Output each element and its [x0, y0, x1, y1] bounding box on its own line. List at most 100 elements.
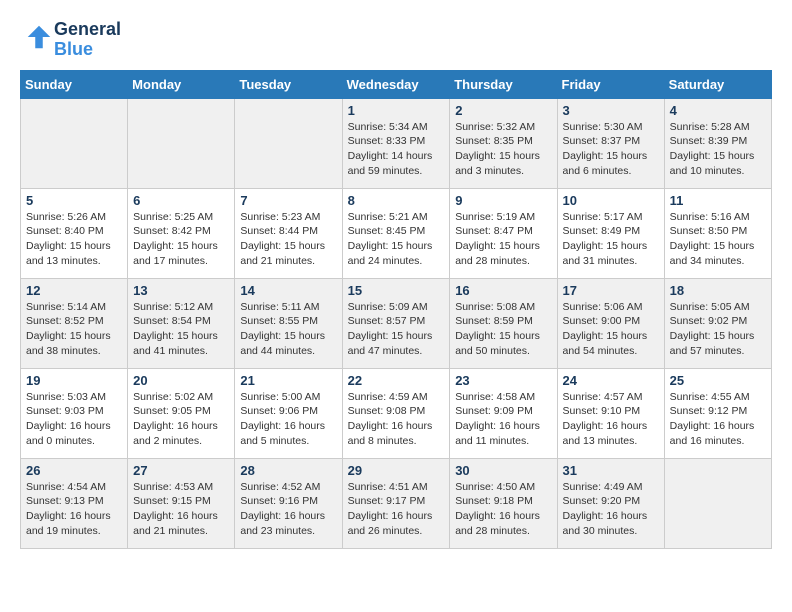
- day-number: 24: [563, 373, 659, 388]
- day-number: 25: [670, 373, 766, 388]
- day-info: Sunrise: 4:51 AMSunset: 9:17 PMDaylight:…: [348, 480, 445, 539]
- day-info: Sunrise: 5:08 AMSunset: 8:59 PMDaylight:…: [455, 300, 551, 359]
- calendar-day: 8 Sunrise: 5:21 AMSunset: 8:45 PMDaylight…: [342, 188, 450, 278]
- calendar-day: 29Sunrise: 4:51 AMSunset: 9:17 PMDayligh…: [342, 458, 450, 548]
- header-wednesday: Wednesday: [342, 70, 450, 98]
- header-monday: Monday: [128, 70, 235, 98]
- calendar-day: [21, 98, 128, 188]
- day-info: Sunrise: 5:23 AMSunset: 8:44 PMDaylight:…: [240, 210, 336, 269]
- header-tuesday: Tuesday: [235, 70, 342, 98]
- day-info: Sunrise: 4:49 AMSunset: 9:20 PMDaylight:…: [563, 480, 659, 539]
- day-number: 4: [670, 103, 766, 118]
- day-number: 3: [563, 103, 659, 118]
- day-info: Sunrise: 5:19 AMSunset: 8:47 PMDaylight:…: [455, 210, 551, 269]
- day-info: Sunrise: 5:09 AMSunset: 8:57 PMDaylight:…: [348, 300, 445, 359]
- day-info: Sunrise: 5:00 AMSunset: 9:06 PMDaylight:…: [240, 390, 336, 449]
- day-info: Sunrise: 5:34 AMSunset: 8:33 PMDaylight:…: [348, 120, 445, 179]
- calendar-day: [128, 98, 235, 188]
- day-info: Sunrise: 5:30 AMSunset: 8:37 PMDaylight:…: [563, 120, 659, 179]
- day-info: Sunrise: 4:50 AMSunset: 9:18 PMDaylight:…: [455, 480, 551, 539]
- day-info: Sunrise: 5:03 AMSunset: 9:03 PMDaylight:…: [26, 390, 122, 449]
- day-info: Sunrise: 5:28 AMSunset: 8:39 PMDaylight:…: [670, 120, 766, 179]
- calendar-day: 14Sunrise: 5:11 AMSunset: 8:55 PMDayligh…: [235, 278, 342, 368]
- header-sunday: Sunday: [21, 70, 128, 98]
- day-number: 8: [348, 193, 445, 208]
- calendar-day: 25 Sunrise: 4:55 AMSunset: 9:12 PMDayligh…: [664, 368, 771, 458]
- day-info: Sunrise: 4:58 AMSunset: 9:09 PMDaylight:…: [455, 390, 551, 449]
- day-info: Sunrise: 4:52 AMSunset: 9:16 PMDaylight:…: [240, 480, 336, 539]
- calendar-day: 16 Sunrise: 5:08 AMSunset: 8:59 PMDayligh…: [450, 278, 557, 368]
- logo: General Blue: [20, 20, 121, 60]
- day-info: Sunrise: 5:06 AMSunset: 9:00 PMDaylight:…: [563, 300, 659, 359]
- day-info: Sunrise: 5:02 AMSunset: 9:05 PMDaylight:…: [133, 390, 229, 449]
- day-number: 15: [348, 283, 445, 298]
- calendar-week-3: 19 Sunrise: 5:03 AMSunset: 9:03 PMDayligh…: [21, 368, 772, 458]
- page-header: General Blue: [20, 20, 772, 60]
- day-info: Sunrise: 4:53 AMSunset: 9:15 PMDaylight:…: [133, 480, 229, 539]
- calendar-day: 17Sunrise: 5:06 AMSunset: 9:00 PMDayligh…: [557, 278, 664, 368]
- day-number: 10: [563, 193, 659, 208]
- calendar-day: 31Sunrise: 4:49 AMSunset: 9:20 PMDayligh…: [557, 458, 664, 548]
- day-info: Sunrise: 5:32 AMSunset: 8:35 PMDaylight:…: [455, 120, 551, 179]
- day-info: Sunrise: 5:05 AMSunset: 9:02 PMDaylight:…: [670, 300, 766, 359]
- calendar-day: 24 Sunrise: 4:57 AMSunset: 9:10 PMDayligh…: [557, 368, 664, 458]
- header-friday: Friday: [557, 70, 664, 98]
- calendar-day: 13Sunrise: 5:12 AMSunset: 8:54 PMDayligh…: [128, 278, 235, 368]
- day-number: 20: [133, 373, 229, 388]
- day-number: 5: [26, 193, 122, 208]
- day-info: Sunrise: 4:54 AMSunset: 9:13 PMDaylight:…: [26, 480, 122, 539]
- day-number: 16: [455, 283, 551, 298]
- day-number: 30: [455, 463, 551, 478]
- calendar-day: 20 Sunrise: 5:02 AMSunset: 9:05 PMDayligh…: [128, 368, 235, 458]
- day-info: Sunrise: 5:17 AMSunset: 8:49 PMDaylight:…: [563, 210, 659, 269]
- logo-text: General Blue: [54, 20, 121, 60]
- day-number: 2: [455, 103, 551, 118]
- calendar-day: 30 Sunrise: 4:50 AMSunset: 9:18 PMDayligh…: [450, 458, 557, 548]
- header-thursday: Thursday: [450, 70, 557, 98]
- calendar-table: SundayMondayTuesdayWednesdayThursdayFrid…: [20, 70, 772, 549]
- header-saturday: Saturday: [664, 70, 771, 98]
- calendar-day: 18 Sunrise: 5:05 AMSunset: 9:02 PMDayligh…: [664, 278, 771, 368]
- day-info: Sunrise: 4:59 AMSunset: 9:08 PMDaylight:…: [348, 390, 445, 449]
- calendar-week-1: 5 Sunrise: 5:26 AMSunset: 8:40 PMDaylight…: [21, 188, 772, 278]
- calendar-day: 6 Sunrise: 5:25 AMSunset: 8:42 PMDaylight…: [128, 188, 235, 278]
- calendar-day: 2 Sunrise: 5:32 AMSunset: 8:35 PMDaylight…: [450, 98, 557, 188]
- calendar-day: 21 Sunrise: 5:00 AMSunset: 9:06 PMDayligh…: [235, 368, 342, 458]
- calendar-day: 1 Sunrise: 5:34 AMSunset: 8:33 PMDaylight…: [342, 98, 450, 188]
- header-row: SundayMondayTuesdayWednesdayThursdayFrid…: [21, 70, 772, 98]
- calendar-day: 27 Sunrise: 4:53 AMSunset: 9:15 PMDayligh…: [128, 458, 235, 548]
- day-number: 19: [26, 373, 122, 388]
- calendar-week-2: 12Sunrise: 5:14 AMSunset: 8:52 PMDayligh…: [21, 278, 772, 368]
- day-number: 9: [455, 193, 551, 208]
- calendar-week-0: 1 Sunrise: 5:34 AMSunset: 8:33 PMDaylight…: [21, 98, 772, 188]
- calendar-body: 1 Sunrise: 5:34 AMSunset: 8:33 PMDaylight…: [21, 98, 772, 548]
- calendar-day: 22 Sunrise: 4:59 AMSunset: 9:08 PMDayligh…: [342, 368, 450, 458]
- calendar-day: 26 Sunrise: 4:54 AMSunset: 9:13 PMDayligh…: [21, 458, 128, 548]
- calendar-day: 3 Sunrise: 5:30 AMSunset: 8:37 PMDaylight…: [557, 98, 664, 188]
- day-number: 21: [240, 373, 336, 388]
- calendar-week-4: 26 Sunrise: 4:54 AMSunset: 9:13 PMDayligh…: [21, 458, 772, 548]
- day-info: Sunrise: 5:12 AMSunset: 8:54 PMDaylight:…: [133, 300, 229, 359]
- day-info: Sunrise: 5:26 AMSunset: 8:40 PMDaylight:…: [26, 210, 122, 269]
- day-number: 26: [26, 463, 122, 478]
- calendar-day: 28 Sunrise: 4:52 AMSunset: 9:16 PMDayligh…: [235, 458, 342, 548]
- day-number: 28: [240, 463, 336, 478]
- day-info: Sunrise: 5:21 AMSunset: 8:45 PMDaylight:…: [348, 210, 445, 269]
- calendar-day: 15 Sunrise: 5:09 AMSunset: 8:57 PMDayligh…: [342, 278, 450, 368]
- day-number: 27: [133, 463, 229, 478]
- calendar-day: [235, 98, 342, 188]
- logo-icon: [24, 22, 54, 52]
- calendar-day: 5 Sunrise: 5:26 AMSunset: 8:40 PMDaylight…: [21, 188, 128, 278]
- day-info: Sunrise: 4:57 AMSunset: 9:10 PMDaylight:…: [563, 390, 659, 449]
- day-info: Sunrise: 5:11 AMSunset: 8:55 PMDaylight:…: [240, 300, 336, 359]
- day-number: 22: [348, 373, 445, 388]
- day-number: 6: [133, 193, 229, 208]
- calendar-day: 23Sunrise: 4:58 AMSunset: 9:09 PMDayligh…: [450, 368, 557, 458]
- day-info: Sunrise: 4:55 AMSunset: 9:12 PMDaylight:…: [670, 390, 766, 449]
- calendar-day: 19 Sunrise: 5:03 AMSunset: 9:03 PMDayligh…: [21, 368, 128, 458]
- day-info: Sunrise: 5:25 AMSunset: 8:42 PMDaylight:…: [133, 210, 229, 269]
- day-number: 18: [670, 283, 766, 298]
- day-number: 11: [670, 193, 766, 208]
- day-info: Sunrise: 5:14 AMSunset: 8:52 PMDaylight:…: [26, 300, 122, 359]
- day-number: 1: [348, 103, 445, 118]
